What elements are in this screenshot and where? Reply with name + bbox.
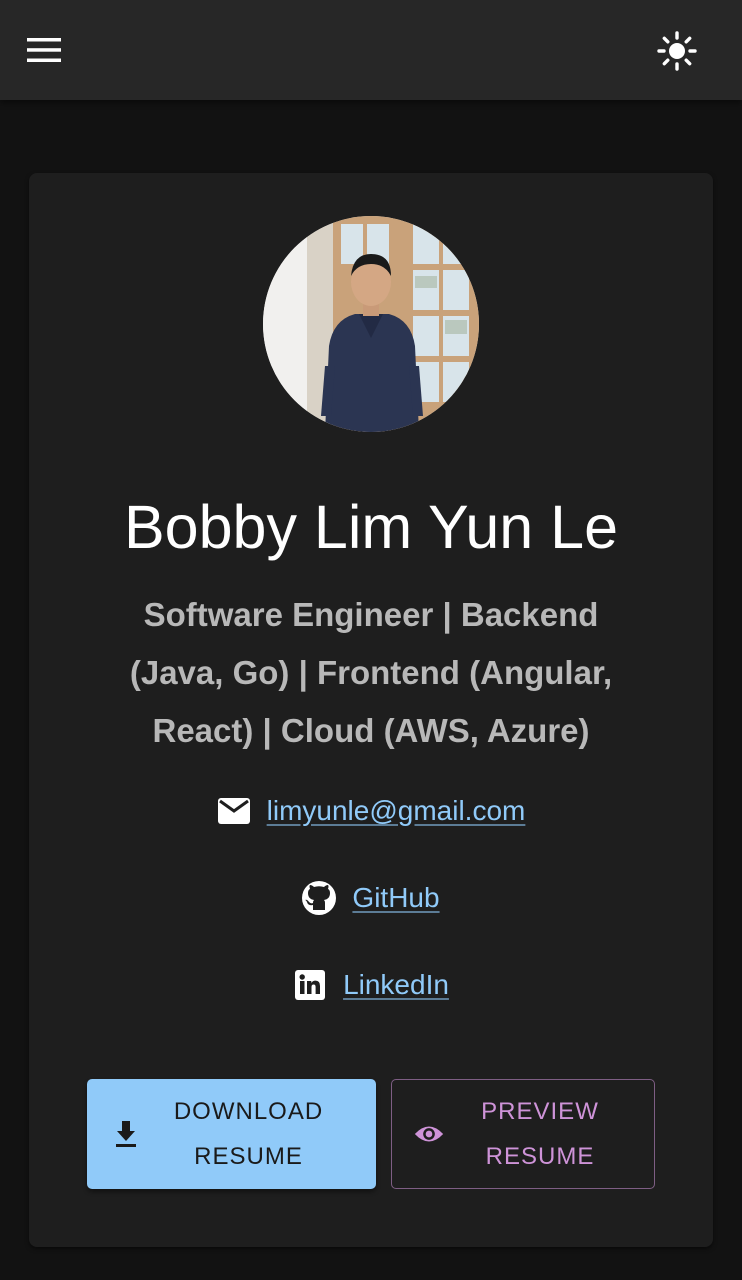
profile-headline: Software Engineer | Backend (Java, Go) |… xyxy=(129,596,613,749)
preview-resume-button[interactable]: PREVIEW RESUME xyxy=(391,1079,655,1189)
github-icon xyxy=(302,881,337,915)
github-link[interactable]: GitHub xyxy=(352,882,439,914)
download-label-line2: RESUME xyxy=(194,1143,303,1170)
download-label-line1: DOWNLOAD xyxy=(173,1098,324,1125)
download-resume-label: DOWNLOAD RESUME xyxy=(141,1089,376,1179)
email-link[interactable]: limyunle@gmail.com xyxy=(267,795,526,827)
contact-email: limyunle@gmail.com xyxy=(29,791,713,831)
contact-github: GitHub xyxy=(29,878,713,918)
eye-icon xyxy=(414,1119,444,1149)
theme-toggle-button[interactable] xyxy=(648,22,706,80)
preview-label-line2: RESUME xyxy=(485,1143,595,1170)
menu-icon xyxy=(27,38,61,62)
profile-card: Bobby Lim Yun Le Software Engineer | Bac… xyxy=(29,173,713,1247)
light-mode-sun-icon xyxy=(657,31,697,71)
download-resume-button[interactable]: DOWNLOAD RESUME xyxy=(87,1079,376,1189)
profile-name: Bobby Lim Yun Le xyxy=(123,493,619,561)
preview-label-line1: PREVIEW xyxy=(481,1098,599,1125)
linkedin-icon xyxy=(293,968,327,1002)
app-bar xyxy=(0,0,742,100)
preview-resume-label: PREVIEW RESUME xyxy=(444,1089,654,1179)
linkedin-link[interactable]: LinkedIn xyxy=(343,969,449,1001)
avatar xyxy=(263,216,479,432)
menu-button[interactable] xyxy=(16,22,72,78)
email-icon xyxy=(217,794,251,828)
profile-photo xyxy=(263,216,479,432)
download-icon xyxy=(111,1119,141,1149)
contact-linkedin: LinkedIn xyxy=(29,965,713,1005)
